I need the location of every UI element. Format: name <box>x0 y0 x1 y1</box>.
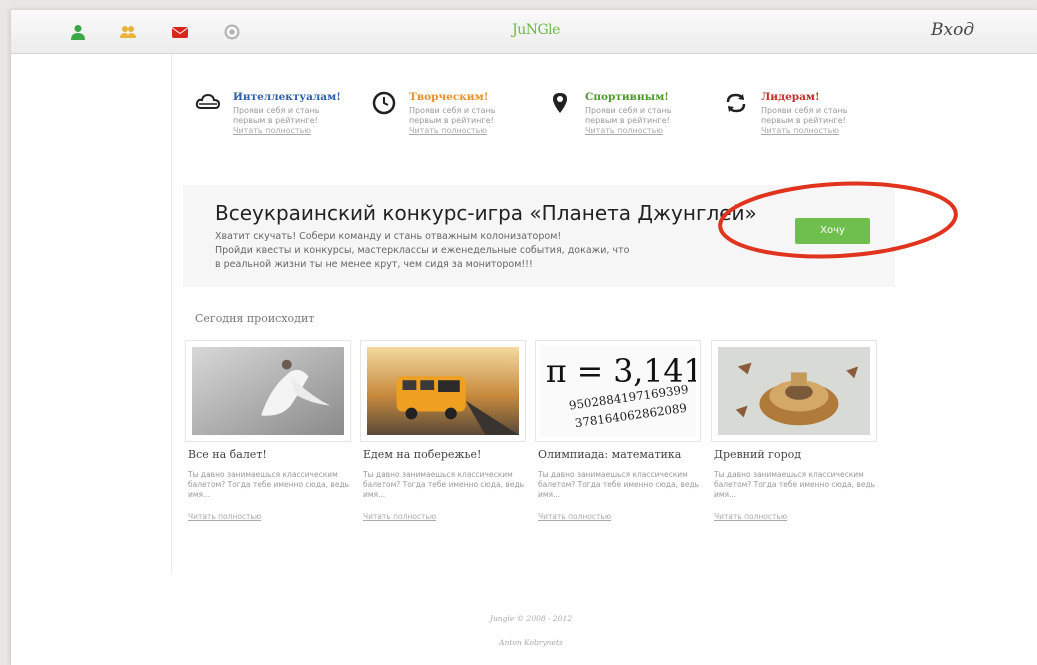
pi-image[interactable]: π = 3,141592653 9502884197169399 3781640… <box>535 340 701 442</box>
read-more-link[interactable]: Читать полностью <box>714 512 787 521</box>
banner-title: Всеукраинский конкурс-игра «Планета Джун… <box>215 201 757 225</box>
location-pin-icon <box>553 93 567 113</box>
sidebar-divider <box>171 54 172 574</box>
banner-text: в реальной жизни ты не менее крут, чем с… <box>215 259 533 270</box>
user-icon[interactable] <box>69 23 87 41</box>
event-title[interactable]: Древний город <box>714 448 801 461</box>
banner-text: Хватит скучать! Собери команду и стань о… <box>215 231 562 242</box>
read-more-link[interactable]: Читать полностью <box>585 126 705 136</box>
category-desc: Прояви себя и стань первым в рейтинге! <box>233 106 320 125</box>
read-more-link[interactable]: Читать полностью <box>188 512 261 521</box>
category-desc: Прояви себя и стань первым в рейтинге! <box>409 106 496 125</box>
category-intellectual: Интеллектуалам! Прояви себя и стань перв… <box>195 90 355 160</box>
event-desc: Ты давно занимаешься классическим балето… <box>188 470 350 499</box>
read-more-link[interactable]: Читать полностью <box>233 126 353 136</box>
read-more-link[interactable]: Читать полностью <box>761 126 881 136</box>
event-title[interactable]: Все на балет! <box>188 448 267 461</box>
event-card[interactable]: Все на балет! Ты давно занимаешься класс… <box>185 340 353 530</box>
category-sport: Спортивным! Прояви себя и стань первым в… <box>547 90 707 160</box>
category-desc: Прояви себя и стань первым в рейтинге! <box>585 106 672 125</box>
event-card[interactable]: Едем на побережье! Ты давно занимаешься … <box>360 340 528 530</box>
highlight-ellipse <box>718 181 958 259</box>
mail-icon[interactable] <box>171 23 189 41</box>
event-desc: Ты давно занимаешься классическим балето… <box>714 470 876 499</box>
signin-link[interactable]: Вход <box>931 20 974 40</box>
read-more-link[interactable]: Читать полностью <box>363 512 436 521</box>
read-more-link[interactable]: Читать полностью <box>409 126 529 136</box>
footer-author: Anton Kobrynets <box>499 638 563 647</box>
footer-copyright: Jungle © 2008 - 2012 <box>489 614 573 623</box>
ancient-city-image[interactable] <box>711 340 877 442</box>
cloud-icon <box>195 93 221 109</box>
category-title[interactable]: Творческим! <box>409 90 529 104</box>
banner-text: Пройди квесты и конкурсы, мастерклассы и… <box>215 245 630 256</box>
category-title[interactable]: Интеллектуалам! <box>233 90 353 104</box>
event-desc: Ты давно занимаешься классическим балето… <box>363 470 525 499</box>
group-icon[interactable] <box>119 23 137 41</box>
site-logo[interactable]: JuNGle <box>481 22 591 38</box>
read-more-link[interactable]: Читать полностью <box>538 512 611 521</box>
settings-icon[interactable] <box>223 23 241 41</box>
event-title[interactable]: Едем на побережье! <box>363 448 481 461</box>
category-desc: Прояви себя и стань первым в рейтинге! <box>761 106 848 125</box>
event-title[interactable]: Олимпиада: математика <box>538 448 681 461</box>
refresh-icon <box>726 93 746 113</box>
bus-image[interactable] <box>360 340 526 442</box>
event-card[interactable]: Древний город Ты давно занимаешься класс… <box>711 340 879 530</box>
event-desc: Ты давно занимаешься классическим балето… <box>538 470 700 499</box>
category-title[interactable]: Лидерам! <box>761 90 881 104</box>
category-creative: Творческим! Прояви себя и стань первым в… <box>371 90 531 160</box>
section-title: Сегодня происходит <box>195 312 315 325</box>
browser-window: JuNGle Вход Интеллектуалам! Прояви себя … <box>10 10 1037 665</box>
event-card[interactable]: π = 3,141592653 9502884197169399 3781640… <box>535 340 703 530</box>
top-bar: JuNGle Вход <box>11 10 1037 54</box>
category-title[interactable]: Спортивным! <box>585 90 705 104</box>
ballerina-image[interactable] <box>185 340 351 442</box>
category-leaders: Лидерам! Прояви себя и стань первым в ре… <box>723 90 883 160</box>
clock-icon <box>372 91 396 115</box>
